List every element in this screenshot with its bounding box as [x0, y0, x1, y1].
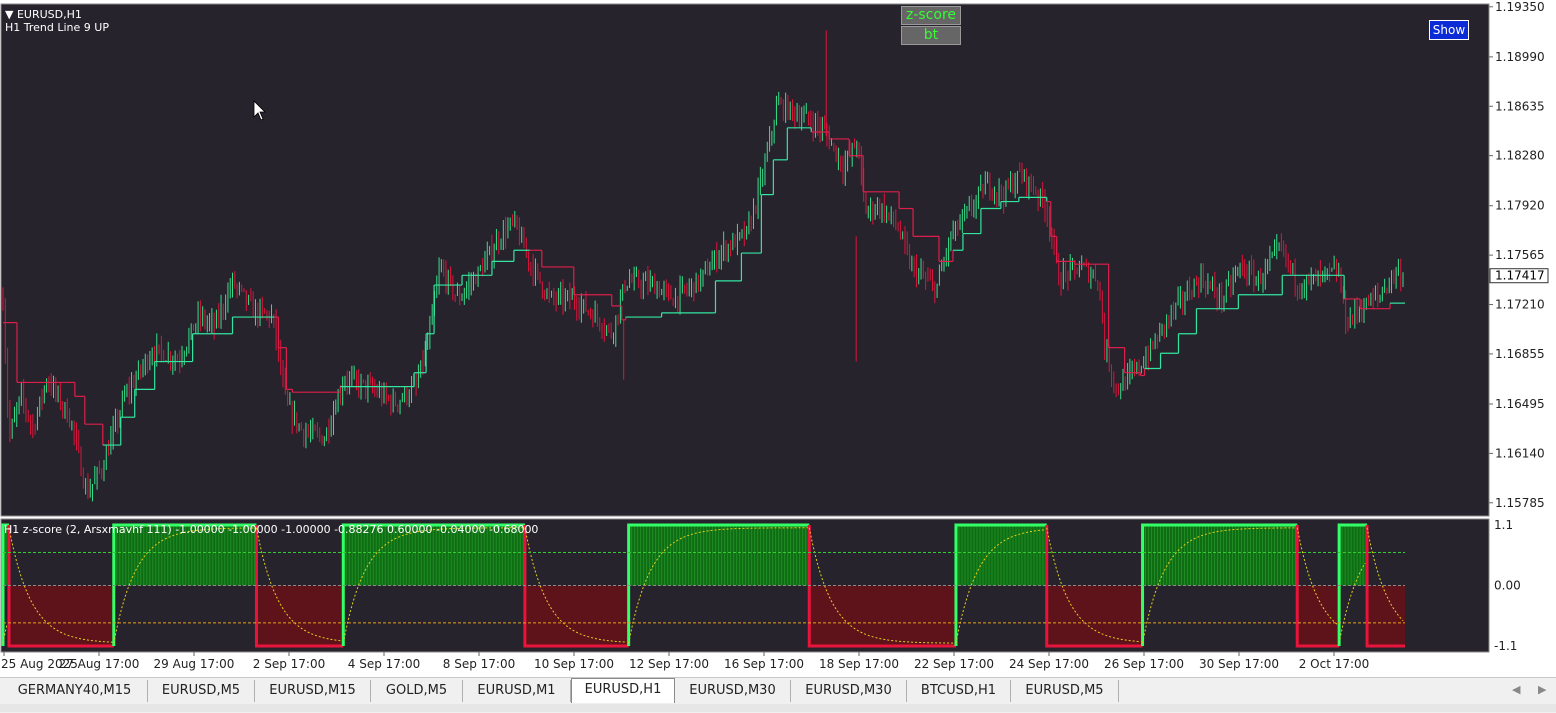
time-axis-label: 12 Sep 17:00 — [629, 657, 709, 671]
zscore-indicator-label: H1 z-score (2, Arsxmavhf 111) -1.00000 -… — [4, 523, 539, 536]
price-axis-label: 1.16855 — [1495, 347, 1545, 361]
zscore-negative-area — [256, 585, 344, 646]
zscore-negative-area — [1046, 585, 1143, 646]
time-axis-label: 27 Aug 17:00 — [59, 657, 140, 671]
bt-button[interactable]: bt — [901, 26, 961, 45]
zscore-negative-area — [1297, 585, 1340, 646]
time-axis-label: 22 Sep 17:00 — [914, 657, 994, 671]
price-axis-label: 1.18635 — [1495, 99, 1545, 113]
time-axis-label: 18 Sep 17:00 — [819, 657, 899, 671]
price-axis-label: 1.15785 — [1495, 496, 1545, 510]
symbol-label: ▼ EURUSD,H1 — [5, 8, 82, 21]
tab-eurusd-m30-2[interactable]: EURUSD,M30 — [791, 680, 907, 702]
tab-scroll-right-icon[interactable]: ▶ — [1538, 683, 1546, 696]
tab-gold-m5[interactable]: GOLD,M5 — [371, 680, 463, 702]
chart-canvas[interactable]: 1.19350 1.18990 1.18635 1.18280 1.17920 1.175… — [0, 0, 1556, 677]
price-axis-label: 1.19350 — [1495, 0, 1545, 14]
tab-btcusd-h1[interactable]: BTCUSD,H1 — [907, 680, 1011, 702]
indicator-label: H1 Trend Line 9 UP — [5, 21, 109, 34]
tab-eurusd-m5[interactable]: EURUSD,M5 — [148, 680, 255, 702]
price-axis-label: 1.16140 — [1495, 446, 1545, 460]
zscore-negative-area — [524, 585, 629, 646]
tab-eurusd-h1[interactable]: EURUSD,H1 — [571, 678, 675, 703]
zscore-negative-area — [809, 585, 956, 646]
price-axis-label: 1.18280 — [1495, 149, 1545, 163]
zscore-positive-area — [1142, 525, 1298, 586]
price-axis-label: 1.17210 — [1495, 298, 1545, 312]
zscore-button[interactable]: z-score — [901, 6, 961, 25]
zscore-axis-label: -1.1 — [1494, 639, 1517, 653]
tab-eurusd-m1[interactable]: EURUSD,M1 — [463, 680, 571, 702]
tab-germany40-m15[interactable]: GERMANY40,M15 — [2, 680, 148, 702]
price-axis-label: 1.16495 — [1495, 397, 1545, 411]
collapse-triangle-icon[interactable]: ▼ — [5, 8, 13, 21]
zscore-negative-area — [8, 585, 114, 646]
price-axis-label: 1.17920 — [1495, 199, 1545, 213]
show-button[interactable]: Show — [1429, 20, 1469, 40]
tab-scroll-left-icon[interactable]: ◀ — [1512, 683, 1520, 696]
chart-window[interactable]: 1.19350 1.18990 1.18635 1.18280 1.17920 1.175… — [0, 0, 1556, 677]
zscore-axis-label: 1.1 — [1494, 518, 1513, 532]
time-axis-label: 10 Sep 17:00 — [534, 657, 614, 671]
tab-eurusd-m5-2[interactable]: EURUSD,M5 — [1011, 680, 1119, 702]
time-axis-label: 16 Sep 17:00 — [724, 657, 804, 671]
time-axis-label: 24 Sep 17:00 — [1009, 657, 1089, 671]
main-chart-area — [0, 3, 1490, 517]
tab-eurusd-m15[interactable]: EURUSD,M15 — [255, 680, 371, 702]
price-axis-label: 1.17565 — [1495, 248, 1545, 262]
time-axis-label: 2 Oct 17:00 — [1299, 657, 1370, 671]
time-axis-label: 8 Sep 17:00 — [443, 657, 515, 671]
time-axis-label: 4 Sep 17:00 — [348, 657, 420, 671]
zscore-axis-label: 0.00 — [1494, 579, 1521, 593]
time-axis-label: 26 Sep 17:00 — [1104, 657, 1184, 671]
time-axis-label: 29 Aug 17:00 — [154, 657, 235, 671]
price-axis-label: 1.18990 — [1495, 50, 1545, 64]
current-price-label: 1.17417 — [1495, 269, 1545, 283]
time-axis-label: 30 Sep 17:00 — [1199, 657, 1279, 671]
time-axis-label: 2 Sep 17:00 — [253, 657, 325, 671]
horizontal-scrollbar[interactable] — [0, 704, 1556, 712]
tab-eurusd-m30[interactable]: EURUSD,M30 — [675, 680, 791, 702]
